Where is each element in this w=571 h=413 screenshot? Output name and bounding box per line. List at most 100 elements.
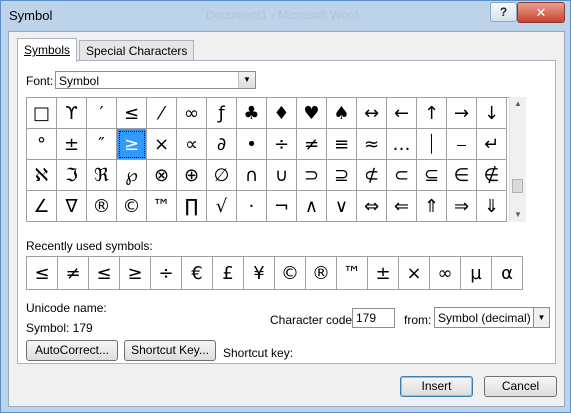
symbol-cell[interactable]: ⇐ [387, 191, 417, 222]
shortcut-key-button[interactable]: Shortcut Key... [124, 340, 216, 361]
symbol-cell[interactable]: ♥ [297, 98, 327, 129]
symbol-cell[interactable]: ≠ [297, 129, 327, 160]
shortcut-key-label: Shortcut key: [223, 346, 294, 360]
recent-symbol-cell[interactable]: £ [213, 257, 244, 290]
symbol-cell[interactable]: ⎯ [447, 129, 477, 160]
symbol-cell[interactable]: ∨ [327, 191, 357, 222]
recent-symbol-cell[interactable]: ≤ [27, 257, 58, 290]
recent-symbol-cell[interactable]: α [492, 257, 523, 290]
symbol-cell[interactable]: ⁄ [147, 98, 177, 129]
symbol-cell[interactable]: ⊗ [147, 160, 177, 191]
symbol-cell[interactable]: ∉ [477, 160, 507, 191]
symbol-cell[interactable]: ← [387, 98, 417, 129]
tab-symbols[interactable]: Symbols [17, 38, 78, 62]
symbol-cell[interactable]: ∞ [177, 98, 207, 129]
recent-symbol-cell[interactable]: ® [306, 257, 337, 290]
insert-button[interactable]: Insert [400, 376, 473, 397]
scroll-down-icon[interactable]: ▼ [510, 208, 526, 222]
symbol-cell[interactable]: ℜ [87, 160, 117, 191]
symbol-cell[interactable]: ″ [87, 129, 117, 160]
background-window-title: Document1 - Microsoft Word [206, 8, 359, 22]
symbol-cell[interactable]: ↔ [357, 98, 387, 129]
character-code-input[interactable]: 179 [352, 308, 395, 328]
scroll-up-icon[interactable]: ▲ [510, 97, 526, 111]
tab-special-characters[interactable]: Special Characters [79, 40, 195, 61]
recent-symbol-cell[interactable]: ™ [337, 257, 368, 290]
symbol-cell[interactable]: ∧ [297, 191, 327, 222]
symbol-cell[interactable]: ∝ [177, 129, 207, 160]
symbol-cell[interactable]: ∅ [207, 160, 237, 191]
symbol-cell[interactable]: ⇓ [477, 191, 507, 222]
symbol-cell[interactable]: ♦ [267, 98, 297, 129]
symbol-cell[interactable]: · [237, 191, 267, 222]
symbol-cell[interactable]: ⊇ [327, 160, 357, 191]
recent-symbol-cell[interactable]: ÷ [151, 257, 182, 290]
autocorrect-button[interactable]: AutoCorrect... [26, 340, 118, 361]
symbol-cell[interactable]: ↑ [417, 98, 447, 129]
recent-symbol-cell[interactable]: × [399, 257, 430, 290]
symbol-cell[interactable]: ∇ [57, 191, 87, 222]
recent-symbol-cell[interactable]: ± [368, 257, 399, 290]
symbol-cell[interactable]: ≥ [117, 129, 147, 160]
recent-symbol-cell[interactable]: € [182, 257, 213, 290]
symbol-cell[interactable]: ™ [147, 191, 177, 222]
symbol-cell[interactable]: • [237, 129, 267, 160]
symbol-cell[interactable]: ∏ [177, 191, 207, 222]
recent-symbol-cell[interactable]: © [275, 257, 306, 290]
symbol-cell[interactable]: ⇔ [357, 191, 387, 222]
symbol-cell[interactable]: ∠ [27, 191, 57, 222]
symbol-cell[interactable]: ℵ [27, 160, 57, 191]
symbol-cell[interactable]: → [447, 98, 477, 129]
symbol-cell[interactable]: ∈ [447, 160, 477, 191]
symbol-cell[interactable]: ⊄ [357, 160, 387, 191]
symbol-cell[interactable]: ® [87, 191, 117, 222]
symbol-cell[interactable]: ⏐ [417, 129, 447, 160]
symbol-cell[interactable]: ⊃ [297, 160, 327, 191]
symbol-cell[interactable]: □ [27, 98, 57, 129]
symbol-cell[interactable]: ≤ [117, 98, 147, 129]
symbol-cell[interactable]: ↵ [477, 129, 507, 160]
chevron-down-icon[interactable]: ▼ [533, 308, 549, 327]
title-bar[interactable]: Symbol Document1 - Microsoft Word ? ✕ [1, 1, 570, 31]
recent-symbol-cell[interactable]: ≥ [120, 257, 151, 290]
symbol-cell[interactable]: ∂ [207, 129, 237, 160]
symbol-cell[interactable]: ⊆ [417, 160, 447, 191]
symbol-cell[interactable]: ⊂ [387, 160, 417, 191]
recent-symbol-cell[interactable]: ∞ [430, 257, 461, 290]
symbol-cell[interactable]: √ [207, 191, 237, 222]
symbol-cell[interactable]: ∩ [237, 160, 267, 191]
close-button[interactable]: ✕ [517, 2, 565, 23]
symbol-cell[interactable]: ≈ [357, 129, 387, 160]
symbol-grid-scrollbar[interactable]: ▲ ▼ [509, 97, 526, 222]
symbol-cell[interactable]: ↓ [477, 98, 507, 129]
symbol-cell[interactable]: ⇑ [417, 191, 447, 222]
recent-symbol-cell[interactable]: ≤ [89, 257, 120, 290]
symbol-cell[interactable]: ♣ [237, 98, 267, 129]
symbol-cell[interactable]: © [117, 191, 147, 222]
symbol-cell[interactable]: ⊕ [177, 160, 207, 191]
symbol-cell[interactable]: ℘ [117, 160, 147, 191]
symbol-cell[interactable]: ÷ [267, 129, 297, 160]
symbol-cell[interactable]: ′ [87, 98, 117, 129]
symbol-cell[interactable]: × [147, 129, 177, 160]
cancel-button[interactable]: Cancel [484, 376, 557, 397]
chevron-down-icon[interactable]: ▼ [238, 72, 255, 88]
font-dropdown[interactable]: Symbol ▼ [55, 71, 256, 89]
symbol-cell[interactable]: ƒ [207, 98, 237, 129]
symbol-cell[interactable]: ϒ [57, 98, 87, 129]
recent-symbol-cell[interactable]: ≠ [58, 257, 89, 290]
symbol-cell[interactable]: ± [57, 129, 87, 160]
help-button[interactable]: ? [490, 2, 517, 22]
from-dropdown[interactable]: Symbol (decimal) ▼ [434, 307, 550, 328]
recent-symbol-cell[interactable]: µ [461, 257, 492, 290]
symbol-cell[interactable]: ° [27, 129, 57, 160]
symbol-cell[interactable]: … [387, 129, 417, 160]
symbol-cell[interactable]: ⇒ [447, 191, 477, 222]
symbol-cell[interactable]: ℑ [57, 160, 87, 191]
recent-symbol-cell[interactable]: ¥ [244, 257, 275, 290]
symbol-cell[interactable]: ≡ [327, 129, 357, 160]
symbol-cell[interactable]: ¬ [267, 191, 297, 222]
symbol-cell[interactable]: ∪ [267, 160, 297, 191]
symbol-cell[interactable]: ♠ [327, 98, 357, 129]
scroll-thumb[interactable] [512, 179, 523, 193]
